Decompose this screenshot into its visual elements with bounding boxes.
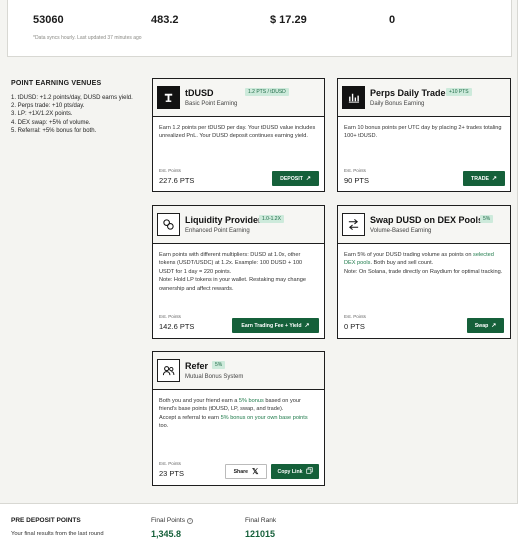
trade-button[interactable]: TRADE ↗ [463, 171, 505, 186]
card-header: Perps Daily Trade +10 PTS Daily Bonus Ea… [338, 79, 510, 117]
pre-deposit-title: PRE DEPOSIT POINTS [11, 517, 81, 524]
refer-desc-part: Accept a referral to earn [159, 414, 221, 421]
card-perps: Perps Daily Trade +10 PTS Daily Bonus Ea… [337, 78, 511, 192]
refer-bonus-highlight: 5% bonus [238, 398, 264, 404]
stat-value-points: 53060 [33, 14, 64, 26]
est-points-value: 23 PTS [159, 469, 185, 478]
card-header: Liquidity Provider 1.0-1.2X Enhanced Poi… [153, 206, 324, 244]
venue-item: 1. tDUSD: +1.2 points/day, DUSD earns yi… [11, 95, 133, 101]
copy-link-button[interactable]: Copy Link [271, 464, 319, 479]
pre-deposit-panel: PRE DEPOSIT POINTS Your final results fr… [0, 503, 518, 550]
arrow-up-right-icon: ↗ [491, 176, 497, 182]
card-description: Earn points with different multipliers: … [159, 251, 318, 293]
card-subtitle: Basic Point Earning [185, 101, 238, 107]
coins-icon [157, 213, 180, 236]
swap-description-text: Earn 5% of your DUSD trading volume as p… [344, 251, 504, 268]
card-tag: 5% [212, 361, 226, 369]
est-points-label: Est. Points [344, 314, 366, 319]
stats-panel: 53060 483.2 $ 17.29 0 *Data syncs hourly… [7, 0, 512, 57]
refer-desc-part: too. [159, 423, 169, 430]
pre-deposit-subtitle: Your final results from the last round [11, 531, 104, 537]
info-icon[interactable]: ? [186, 518, 193, 524]
card-title: tDUSD [185, 88, 214, 98]
stat-value-usd: $ 17.29 [270, 14, 307, 26]
card-title: Swap DUSD on DEX Pools [370, 215, 484, 225]
venue-item: 2. Perps trade: +10 pts/day. [11, 103, 85, 110]
final-points-label-text: Final Points [151, 517, 185, 524]
card-title: Refer [185, 361, 209, 371]
swap-desc-part: . Both buy and sell count. [370, 260, 434, 267]
card-tag: 1.2 PTS / tDUSD [245, 88, 289, 96]
button-label: TRADE [471, 175, 489, 182]
refer-description-text: Both you and your friend earn a 5% bonus… [159, 397, 318, 414]
card-description: Earn 5% of your DUSD trading volume as p… [344, 251, 504, 276]
x-logo-icon: 𝕏 [251, 467, 259, 476]
card-subtitle: Enhanced Point Earning [185, 228, 250, 234]
trade-chart-icon [342, 86, 365, 109]
card-liquidity-provider: Liquidity Provider 1.0-1.2X Enhanced Poi… [152, 205, 325, 339]
arrow-up-right-icon: ↗ [491, 323, 497, 329]
est-points-label: Est. Points [159, 314, 181, 319]
final-points-label: Final Points? [151, 517, 193, 524]
button-label: Copy Link [277, 468, 303, 475]
earn-trading-fee-button[interactable]: Earn Trading Fee + Yield ↗ [232, 318, 319, 333]
sync-note: *Data syncs hourly. Last updated 37 minu… [33, 35, 142, 41]
est-points-value: 142.6 PTS [159, 322, 195, 331]
card-tag: +10 PTS [446, 88, 472, 96]
venues-title: POINT EARNING VENUES [11, 80, 102, 87]
swap-arrows-icon [342, 213, 365, 236]
card-tag: 5% [480, 215, 494, 223]
users-icon [157, 359, 180, 382]
card-header: Swap DUSD on DEX Pools 5% Volume-Based E… [338, 206, 510, 244]
est-points-label: Est. Points [159, 168, 181, 173]
est-points-value: 0 PTS [344, 322, 365, 331]
swap-note-text: Note: On Solana, trade directly on Raydi… [344, 268, 503, 275]
swap-button[interactable]: Swap ↗ [467, 318, 504, 333]
card-title: Perps Daily Trade [370, 88, 446, 98]
tdusd-logo-icon [157, 86, 180, 109]
final-rank-label: Final Rank [245, 517, 277, 524]
refer-desc-part: Both you and your friend earn a [159, 398, 239, 404]
refer-accept-text: Accept a referral to earn 5% bonus on yo… [159, 414, 318, 431]
lp-note-text: Note: Hold LP tokens in your wallet. Res… [159, 277, 306, 292]
card-swap: Swap DUSD on DEX Pools 5% Volume-Based E… [337, 205, 511, 339]
card-subtitle: Mutual Bonus System [185, 374, 244, 380]
button-label: Earn Trading Fee + Yield [241, 322, 302, 329]
arrow-up-right-icon: ↗ [304, 323, 310, 329]
final-points-value: 1,345.8 [151, 529, 182, 539]
lp-description-text: Earn points with different multipliers: … [159, 252, 303, 275]
button-label: Share [233, 468, 248, 475]
venue-item: 5. Referral: +5% bonus for both. [11, 127, 97, 134]
refer-bonus-highlight: 5% bonus on your own base points [220, 414, 308, 421]
card-tdusd: tDUSD 1.2 PTS / tDUSD Basic Point Earnin… [152, 78, 325, 192]
card-title: Liquidity Provider [185, 215, 262, 225]
stat-value-rank: 0 [389, 14, 396, 26]
card-description: Both you and your friend earn a 5% bonus… [159, 397, 318, 431]
button-label: DEPOSIT [280, 175, 303, 182]
card-header: tDUSD 1.2 PTS / tDUSD Basic Point Earnin… [153, 79, 324, 117]
card-description: Earn 1.2 points per tDUSD per day. Your … [159, 125, 316, 140]
card-description: Earn 10 bonus points per UTC day by plac… [344, 125, 502, 140]
est-points-value: 227.6 PTS [159, 176, 195, 185]
button-label: Swap [474, 322, 489, 329]
copy-icon [305, 467, 313, 476]
card-refer: Refer 5% Mutual Bonus System Both you an… [152, 351, 325, 486]
est-points-label: Est. Points [159, 461, 181, 466]
est-points-value: 90 PTS [344, 176, 370, 185]
share-button[interactable]: Share 𝕏 [225, 464, 267, 479]
card-header: Refer 5% Mutual Bonus System [153, 352, 324, 390]
card-subtitle: Volume-Based Earning [370, 228, 432, 234]
venues-list: 1. tDUSD: +1.2 points/day, DUSD earns yi… [11, 94, 136, 135]
card-tag: 1.0-1.2X [259, 215, 284, 223]
venue-item: 4. DEX swap: +5% of volume. [11, 119, 91, 126]
arrow-up-right-icon: ↗ [305, 176, 311, 182]
venue-item: 3. LP: +1X/1.2X points. [11, 111, 73, 118]
final-rank-value: 121015 [245, 529, 276, 539]
stat-value-tdusd: 483.2 [151, 14, 179, 26]
deposit-button[interactable]: DEPOSIT ↗ [272, 171, 319, 186]
card-subtitle: Daily Bonus Earning [370, 101, 425, 107]
est-points-label: Est. Points [344, 168, 366, 173]
swap-desc-part: Earn 5% of your DUSD trading volume as p… [344, 252, 474, 258]
